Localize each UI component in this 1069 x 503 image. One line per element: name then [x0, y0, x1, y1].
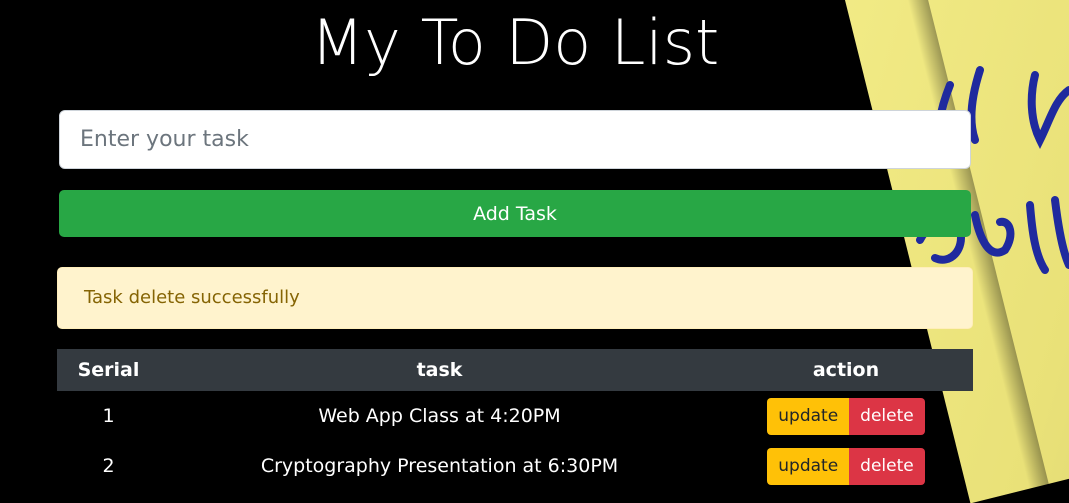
status-alert: Task delete successfully	[57, 267, 973, 329]
delete-button[interactable]: delete	[849, 397, 925, 435]
table-header: Serial task action	[57, 349, 973, 391]
update-button[interactable]: update	[767, 447, 850, 485]
delete-button[interactable]: delete	[849, 447, 925, 485]
header-serial: Serial	[77, 359, 140, 381]
task-input[interactable]	[59, 110, 971, 169]
header-task: task	[416, 359, 463, 381]
table-row: 1 Web App Class at 4:20PM update delete	[57, 391, 973, 441]
row-actions: update delete	[719, 447, 973, 485]
header-action: action	[812, 359, 880, 381]
task-table: Serial task action 1 Web App Class at 4:…	[57, 349, 973, 491]
update-button[interactable]: update	[767, 397, 850, 435]
row-serial: 1	[102, 405, 115, 427]
page-title: My To Do List	[310, 6, 720, 79]
table-row: 2 Cryptography Presentation at 6:30PM up…	[57, 441, 973, 491]
add-task-button[interactable]: Add Task	[59, 190, 971, 237]
row-actions: update delete	[719, 397, 973, 435]
row-task: Web App Class at 4:20PM	[318, 405, 561, 427]
todo-container: My To Do List Add Task Task delete succe…	[57, 0, 973, 485]
